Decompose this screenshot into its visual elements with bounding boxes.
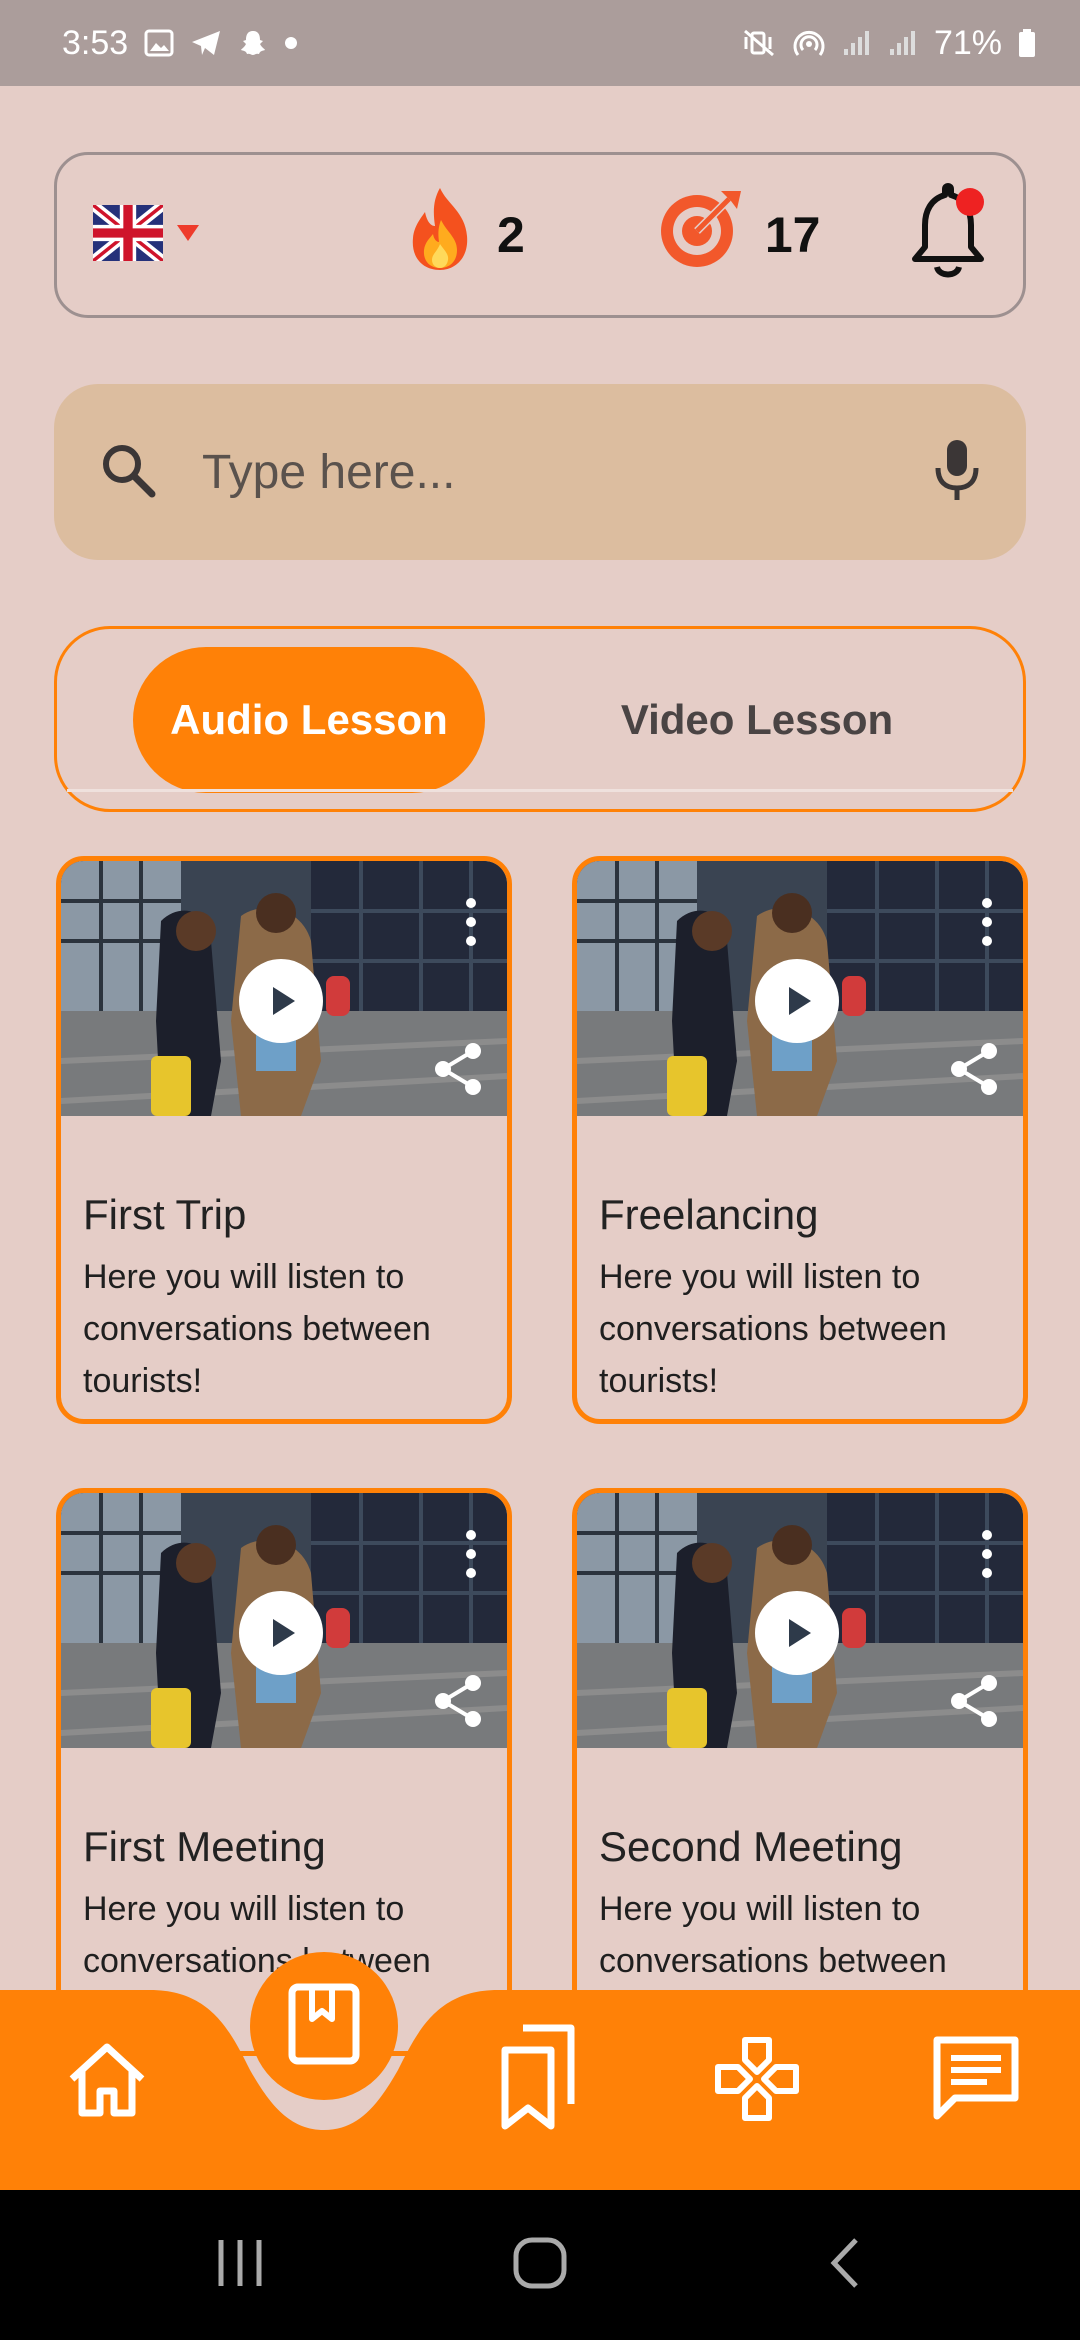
games-icon: [712, 2034, 802, 2129]
home-system-button[interactable]: [510, 2190, 570, 2340]
search-icon[interactable]: [98, 440, 158, 505]
play-button[interactable]: [239, 1591, 323, 1675]
notification-badge: [955, 187, 985, 222]
target-icon: [655, 187, 745, 283]
lesson-title: Second Meeting: [599, 1823, 903, 1870]
lesson-type-tabs: Audio Lesson Video Lesson: [54, 626, 1026, 812]
header-bar: 2 17: [54, 152, 1026, 318]
lesson-description: Here you will listen to conversations be…: [599, 1258, 947, 1400]
lesson-description: Here you will listen to conversations be…: [599, 1890, 947, 1980]
nav-home[interactable]: [62, 2036, 152, 2126]
back-chevron-icon: [828, 2236, 862, 2295]
share-icon[interactable]: [949, 1041, 1001, 1097]
more-options-icon[interactable]: [981, 1529, 993, 1579]
nav-games[interactable]: [712, 2036, 802, 2126]
search-bar: [54, 384, 1026, 560]
share-icon[interactable]: [433, 1673, 485, 1729]
tab-indicator-line: [67, 789, 1013, 792]
notifications-button[interactable]: [907, 182, 987, 288]
lesson-card[interactable]: First Trip Here you will listen to conve…: [56, 856, 512, 1424]
lesson-title: Freelancing: [599, 1191, 819, 1238]
streak-counter[interactable]: 2: [403, 186, 525, 284]
target-counter[interactable]: 17: [655, 187, 821, 283]
home-icon: [64, 2039, 150, 2124]
tab-video-lesson[interactable]: Video Lesson: [577, 647, 937, 793]
lesson-card[interactable]: Freelancing Here you will listen to conv…: [572, 856, 1028, 1424]
lesson-title: First Meeting: [83, 1823, 326, 1870]
fire-icon: [403, 186, 477, 284]
lesson-thumbnail[interactable]: [577, 861, 1023, 1116]
chat-icon: [931, 2034, 1021, 2129]
status-bar: 3:53 71%: [0, 0, 1080, 86]
back-button[interactable]: [820, 2190, 870, 2340]
play-button[interactable]: [755, 1591, 839, 1675]
streak-count: 2: [497, 207, 525, 263]
play-icon: [261, 981, 301, 1021]
lesson-thumbnail[interactable]: [61, 1493, 507, 1748]
play-icon: [261, 1613, 301, 1653]
bottom-navigation: [0, 1990, 1080, 2190]
more-options-icon[interactable]: [465, 1529, 477, 1579]
gallery-icon: [144, 29, 174, 57]
share-icon[interactable]: [433, 1041, 485, 1097]
lesson-title: First Trip: [83, 1191, 247, 1238]
bell-icon: [907, 182, 987, 287]
lesson-card[interactable]: Second Meeting Here you will listen to c…: [572, 1488, 1028, 2056]
battery-icon: [1018, 28, 1036, 58]
lesson-thumbnail[interactable]: [577, 1493, 1023, 1748]
telegram-icon: [190, 29, 222, 57]
share-icon[interactable]: [949, 1673, 1001, 1729]
tab-audio-lesson[interactable]: Audio Lesson: [133, 647, 485, 793]
play-icon: [777, 981, 817, 1021]
nav-lessons-button[interactable]: [250, 1952, 398, 2100]
recent-apps-icon: [215, 2236, 265, 2295]
lesson-description: Here you will listen to conversations be…: [83, 1258, 431, 1400]
lesson-book-icon: [288, 1983, 360, 2070]
dot-icon: [284, 36, 298, 50]
more-options-icon[interactable]: [465, 897, 477, 947]
play-icon: [777, 1613, 817, 1653]
bookmarks-icon: [499, 2020, 579, 2137]
play-button[interactable]: [755, 959, 839, 1043]
signal-icon: [888, 29, 918, 57]
uk-flag-icon: [89, 200, 167, 266]
hotspot-icon: [792, 28, 826, 58]
system-navigation-bar: [0, 2190, 1080, 2340]
nav-chat[interactable]: [926, 2026, 1026, 2136]
play-button[interactable]: [239, 959, 323, 1043]
target-count: 17: [764, 207, 821, 263]
signal-icon: [842, 29, 872, 57]
language-selector[interactable]: [89, 200, 313, 266]
nav-bookmarks[interactable]: [494, 2018, 584, 2138]
microphone-icon[interactable]: [932, 438, 982, 507]
mute-vibrate-icon: [742, 28, 776, 58]
home-circle-icon: [512, 2236, 568, 2295]
battery-percentage: 71%: [933, 23, 1002, 62]
more-options-icon[interactable]: [981, 897, 993, 947]
recent-apps-button[interactable]: [210, 2190, 270, 2340]
lesson-thumbnail[interactable]: [61, 861, 507, 1116]
search-input[interactable]: [202, 444, 932, 500]
snapchat-icon: [238, 28, 268, 58]
caret-down-icon: [175, 223, 201, 248]
status-time: 3:53: [62, 23, 129, 62]
